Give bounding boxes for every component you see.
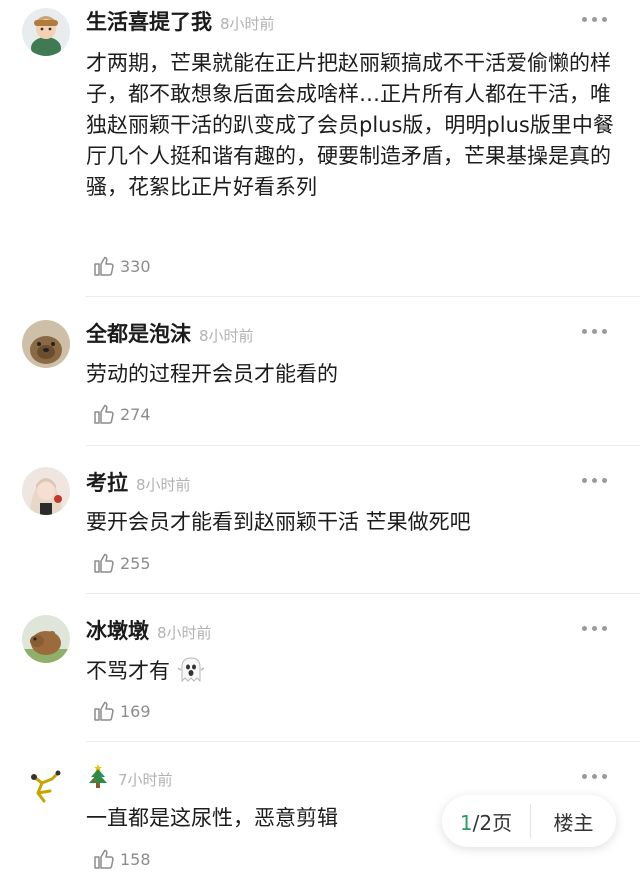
thumbs-up-icon — [94, 553, 114, 573]
avatar[interactable] — [22, 615, 70, 663]
like-button[interactable]: 169 — [92, 698, 151, 724]
comment-text-content: 不骂才有 — [86, 659, 170, 683]
username[interactable]: 冰墩墩 8小时前 — [86, 615, 212, 645]
like-count: 255 — [120, 553, 151, 573]
username[interactable]: 生活喜提了我 8小时前 — [86, 6, 275, 36]
capybara-avatar-icon — [22, 615, 70, 663]
avatar[interactable] — [22, 467, 70, 515]
girl-avatar-icon — [22, 467, 70, 515]
timestamp: 8小时前 — [136, 476, 191, 494]
like-button[interactable]: 330 — [92, 253, 151, 279]
username-text[interactable]: 生活喜提了我 — [86, 10, 212, 34]
divider — [86, 593, 640, 594]
more-options-icon[interactable] — [582, 771, 608, 781]
page-navigator: 1/2页 楼主 — [442, 795, 616, 847]
timestamp: 8小时前 — [157, 624, 212, 642]
username[interactable]: 考拉 8小时前 — [86, 467, 191, 497]
more-options-icon[interactable] — [582, 326, 608, 336]
comment-text: 劳动的过程开会员才能看的 — [86, 362, 338, 386]
like-count: 330 — [120, 256, 151, 276]
username[interactable]: 7小时前 — [86, 763, 173, 790]
thumbs-up-icon — [94, 256, 114, 276]
like-count: 274 — [120, 404, 151, 424]
cartoon-avatar-icon — [22, 8, 70, 56]
comment-text: 才两期，芒果就能在正片把赵丽颖搞成不干活爱偷懒的样子，都不敢想象后面会成啥样…正… — [86, 51, 614, 199]
divider — [86, 296, 640, 297]
divider — [86, 741, 640, 742]
ghost-emoji-icon — [177, 657, 205, 683]
like-count: 158 — [120, 849, 151, 869]
avatar[interactable] — [22, 763, 70, 811]
username[interactable]: 全都是泡沫 8小时前 — [86, 318, 254, 348]
like-button[interactable]: 274 — [92, 401, 151, 427]
timestamp: 7小时前 — [118, 771, 173, 789]
total-pages: /2页 — [472, 810, 513, 835]
like-button[interactable]: 158 — [92, 846, 151, 872]
divider — [86, 445, 640, 446]
like-button[interactable]: 255 — [92, 550, 151, 576]
username-text[interactable]: 全都是泡沫 — [86, 322, 191, 346]
comment-text: 要开会员才能看到赵丽颖干活 芒果做死吧 — [86, 510, 471, 534]
timestamp: 8小时前 — [199, 327, 254, 345]
avatar[interactable] — [22, 320, 70, 368]
animal-avatar-icon — [22, 320, 70, 368]
thumbs-up-icon — [94, 404, 114, 424]
username-text[interactable]: 考拉 — [86, 471, 128, 495]
thumbs-up-icon — [94, 849, 114, 869]
comment-text: 不骂才有 — [86, 655, 616, 687]
avatar[interactable] — [22, 8, 70, 56]
timestamp: 8小时前 — [220, 15, 275, 33]
doodle-avatar-icon — [22, 763, 70, 811]
more-options-icon[interactable] — [582, 623, 608, 633]
current-page: 1 — [459, 810, 473, 835]
username-text[interactable]: 冰墩墩 — [86, 619, 149, 643]
thumbs-up-icon — [94, 701, 114, 721]
more-options-icon[interactable] — [582, 14, 608, 24]
owner-only-button[interactable]: 楼主 — [531, 807, 616, 836]
more-options-icon[interactable] — [582, 475, 608, 485]
christmas-tree-icon — [89, 764, 107, 788]
page-indicator[interactable]: 1/2页 — [442, 807, 530, 836]
like-count: 169 — [120, 701, 151, 721]
